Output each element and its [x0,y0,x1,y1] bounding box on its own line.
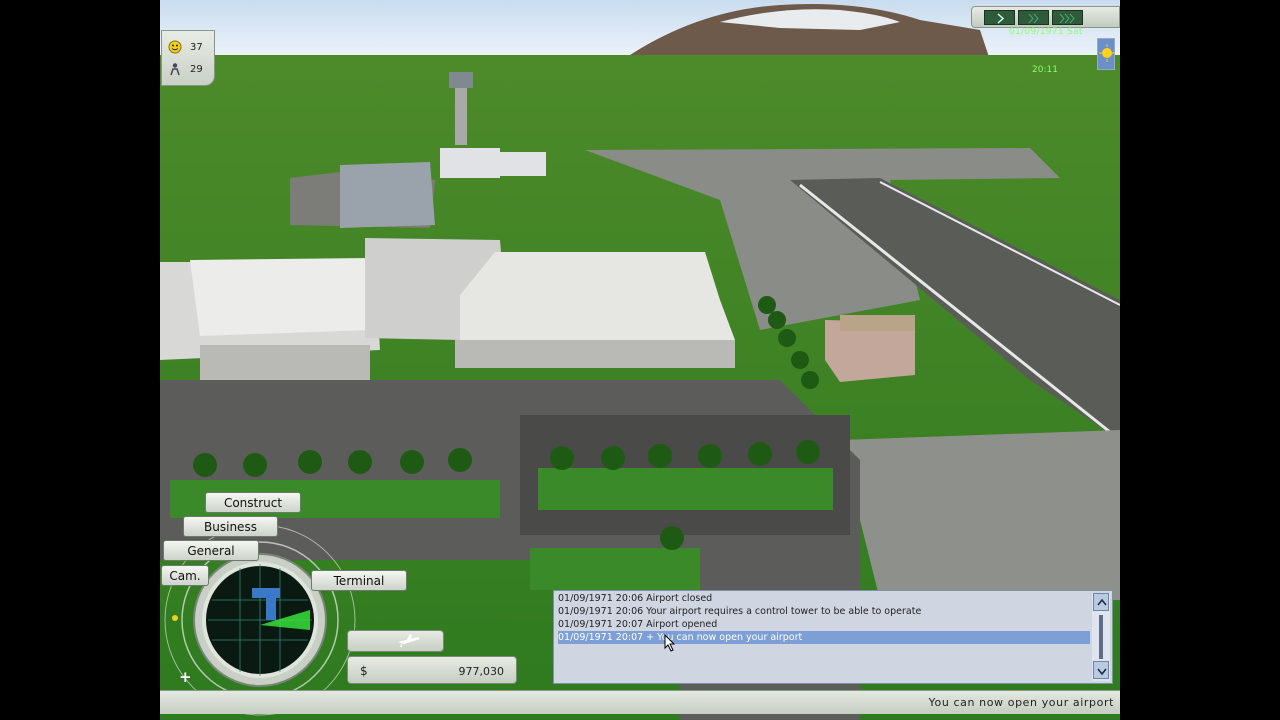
airplane-icon [398,634,420,647]
money-panel: $ 977,030 [347,656,517,684]
sun-icon [1099,44,1115,62]
letterbox-left [0,0,160,720]
scroll-thumb[interactable] [1099,615,1103,659]
speed-fastest-button[interactable] [1052,10,1083,25]
worker-icon [170,63,180,76]
message-line[interactable]: 01/09/1971 20:06 Your airport requires a… [558,605,1090,618]
play-icon [997,13,1005,24]
scroll-up-button[interactable] [1093,593,1109,611]
message-log[interactable]: 01/09/1971 20:06 Airport closed 01/09/19… [553,590,1113,684]
tab-construct[interactable]: Construct [205,492,301,513]
speed-normal-button[interactable] [984,10,1015,25]
mouse-cursor-icon [664,634,676,652]
status-message: You can now open your airport [928,696,1114,709]
zoom-in-button[interactable]: + [179,668,195,686]
happiness-stat: 37 [168,37,203,57]
message-line[interactable]: 01/09/1971 20:07 Airport opened [558,618,1090,631]
fast-forward-icon [1028,13,1039,24]
currency-symbol: $ [360,664,368,678]
tab-camera[interactable]: Cam. [161,565,209,586]
chevron-down-icon [1097,668,1107,676]
letterbox-right [1120,0,1280,720]
game-time: 20:11 [1032,65,1058,75]
fastest-forward-icon [1059,13,1075,24]
happiness-value: 37 [190,41,203,53]
money-balance: 977,030 [458,665,505,678]
message-scrollbar[interactable] [1092,593,1110,681]
weather-indicator [1097,38,1115,70]
staff-value: 29 [190,63,203,75]
message-line-selected[interactable]: 01/09/1971 20:07 + You can now open your… [558,631,1090,644]
chevron-up-icon [1097,598,1107,606]
flights-panel[interactable] [347,630,444,652]
smiley-icon [168,40,182,54]
tab-terminal[interactable]: Terminal [311,570,407,591]
scroll-down-button[interactable] [1093,661,1109,679]
tab-general[interactable]: General [163,540,259,561]
stats-panel: 37 29 [161,30,215,86]
tab-business[interactable]: Business [183,516,278,537]
game-speed-panel [971,6,1120,28]
staff-stat: 29 [168,59,203,79]
message-line[interactable]: 01/09/1971 20:06 Airport closed [558,592,1090,605]
status-bar: You can now open your airport [160,690,1120,714]
speed-fast-button[interactable] [1018,10,1049,25]
game-date: 01/09/1971 Sat [1009,27,1083,37]
